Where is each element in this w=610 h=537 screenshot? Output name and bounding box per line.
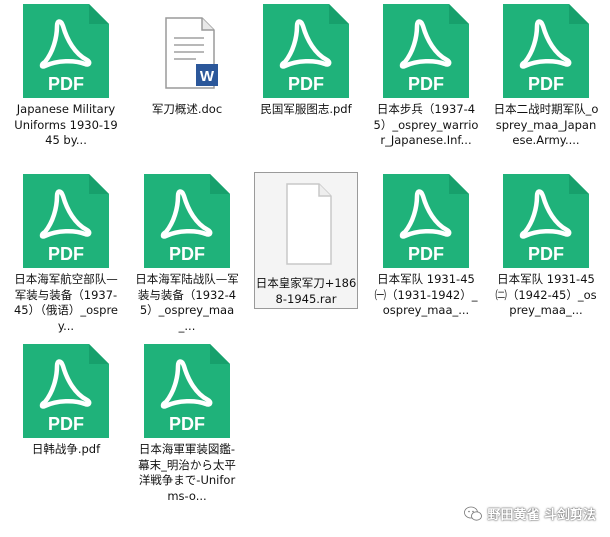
file-name: 民国军服图志.pdf bbox=[260, 102, 352, 116]
pdf-file-icon: PDF bbox=[144, 174, 230, 268]
file-navy-marines[interactable]: PDF 日本海军陆战队—军装与装备（1932-45）_osprey_maa_..… bbox=[131, 174, 243, 334]
pdf-file-icon: PDF bbox=[23, 344, 109, 438]
file-name: 日本军队 1931-45㈠（1931-1942）_osprey_maa_... bbox=[374, 272, 478, 317]
pdf-file-icon: PDF bbox=[23, 174, 109, 268]
file-name: 日韩战争.pdf bbox=[31, 442, 101, 456]
file-japan-ww2-army[interactable]: PDF 日本二战时期军队_osprey_maa_Japanese.Army...… bbox=[490, 4, 602, 149]
svg-text:PDF: PDF bbox=[48, 414, 84, 434]
file-name: 日本军队 1931-45㈡（1942-45）_osprey_maa_... bbox=[495, 272, 597, 317]
svg-text:PDF: PDF bbox=[408, 244, 444, 264]
svg-text:PDF: PDF bbox=[528, 244, 564, 264]
pdf-file-icon: PDF bbox=[383, 4, 469, 98]
svg-text:PDF: PDF bbox=[48, 244, 84, 264]
svg-text:PDF: PDF bbox=[288, 74, 324, 94]
svg-text:PDF: PDF bbox=[528, 74, 564, 94]
file-name: 日本海軍軍装図鑑-幕末_明治から太平洋戦争まで-Uniforms-o... bbox=[138, 442, 236, 503]
file-name: 日本皇家军刀+1868-1945.rar bbox=[255, 276, 357, 306]
file-japan-infantry[interactable]: PDF 日本步兵（1937-45）_osprey_warrior_Japanes… bbox=[370, 4, 482, 149]
file-minguo-junfu[interactable]: PDF 民国军服图志.pdf bbox=[250, 4, 362, 118]
watermark: 野田黄雀 斗剑剪法 bbox=[464, 504, 596, 523]
wechat-icon bbox=[464, 506, 483, 521]
file-japan-korea-war[interactable]: PDF 日韩战争.pdf bbox=[10, 344, 122, 458]
pdf-file-icon: PDF bbox=[383, 174, 469, 268]
pdf-file-icon: PDF bbox=[263, 4, 349, 98]
file-name: 日本二战时期军队_osprey_maa_Japanese.Army.... bbox=[493, 102, 599, 147]
blank-file-icon bbox=[263, 178, 349, 272]
svg-text:PDF: PDF bbox=[169, 414, 205, 434]
file-name: Japanese Military Uniforms 1930-1945 by.… bbox=[14, 102, 118, 147]
svg-text:PDF: PDF bbox=[408, 74, 444, 94]
file-navy-air-corps[interactable]: PDF 日本海军航空部队—军装与装备（1937-45）（俄语）_osprey..… bbox=[10, 174, 122, 334]
file-name: 日本海军陆战队—军装与装备（1932-45）_osprey_maa_... bbox=[135, 272, 239, 333]
file-name: 日本海军航空部队—军装与装备（1937-45）（俄语）_osprey... bbox=[13, 272, 118, 333]
file-navy-uniforms-illustrated[interactable]: PDF 日本海軍軍装図鑑-幕末_明治から太平洋戦争まで-Uniforms-o..… bbox=[131, 344, 243, 504]
file-name: 军刀概述.doc bbox=[151, 102, 223, 116]
file-imperial-swords-rar[interactable]: 日本皇家军刀+1868-1945.rar bbox=[250, 178, 362, 307]
svg-text:PDF: PDF bbox=[169, 244, 205, 264]
pdf-file-icon: PDF bbox=[503, 174, 589, 268]
file-japanese-army-1[interactable]: PDF 日本军队 1931-45㈠（1931-1942）_osprey_maa_… bbox=[370, 174, 482, 319]
file-name: 日本步兵（1937-45）_osprey_warrior_Japanese.In… bbox=[373, 102, 479, 147]
watermark-text: 野田黄雀 斗剑剪法 bbox=[487, 508, 596, 523]
word-document-icon: W bbox=[144, 4, 230, 98]
svg-text:W: W bbox=[200, 68, 215, 85]
file-japanese-army-2[interactable]: PDF 日本军队 1931-45㈡（1942-45）_osprey_maa_..… bbox=[490, 174, 602, 319]
pdf-file-icon: PDF bbox=[23, 4, 109, 98]
pdf-file-icon: PDF bbox=[503, 4, 589, 98]
file-japanese-military-uniforms[interactable]: PDF Japanese Military Uniforms 1930-1945… bbox=[10, 4, 122, 149]
file-jundao-gaishu[interactable]: W 军刀概述.doc bbox=[131, 4, 243, 118]
pdf-file-icon: PDF bbox=[144, 344, 230, 438]
svg-text:PDF: PDF bbox=[48, 74, 84, 94]
